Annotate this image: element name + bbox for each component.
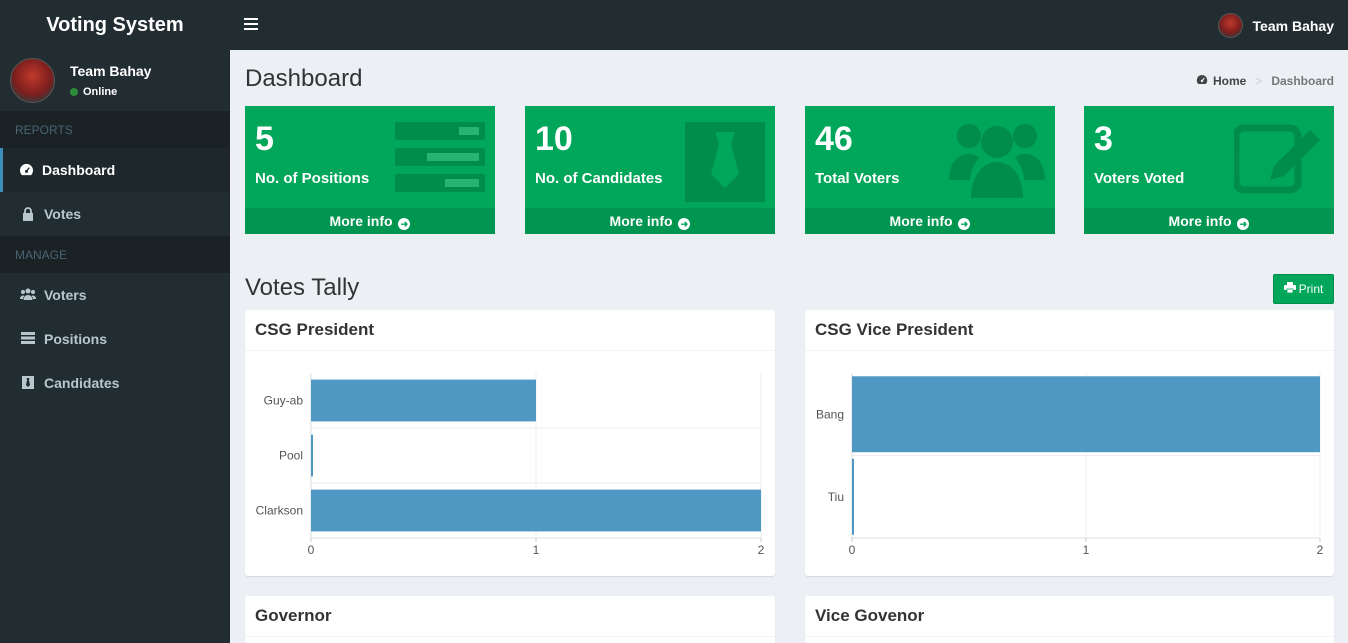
bar <box>852 458 854 535</box>
stat-label: No. of Positions <box>255 170 370 187</box>
sidebar-item-voters[interactable]: Voters <box>0 273 230 317</box>
avatar <box>10 58 55 103</box>
sidebar-item-label: Candidates <box>44 375 120 391</box>
stat-box-candidates: 10 No. of Candidates More info ➜ <box>525 106 775 234</box>
tick-label: 0 <box>308 543 315 557</box>
more-info-label: More info <box>889 213 953 229</box>
status-dot-icon <box>70 88 78 96</box>
chart-box-csg-vice-president: CSG Vice President Bang Tiu 0 1 2 <box>805 310 1334 576</box>
breadcrumb-separator: > <box>1255 74 1263 88</box>
tick-label: 0 <box>849 543 856 557</box>
sidebar-item-dashboard[interactable]: Dashboard <box>0 148 230 192</box>
stat-value: 5 <box>255 120 274 158</box>
avatar <box>1217 13 1243 38</box>
stat-value: 46 <box>815 120 853 158</box>
sidebar-item-votes[interactable]: Votes <box>0 192 230 236</box>
stat-box-voters: 46 Total Voters More info ➜ <box>805 106 1055 234</box>
edit-icon <box>1232 122 1324 199</box>
chart-box-csg-president: CSG President Guy-ab Pool Clarkson 0 1 2 <box>245 310 775 576</box>
stat-box-positions: 5 No. of Positions More info ➜ <box>245 106 495 234</box>
users-icon <box>20 288 36 302</box>
app-logo[interactable]: Voting System <box>0 0 230 50</box>
arrow-circle-right-icon: ➜ <box>958 218 971 230</box>
bar-chart: Guy-ab Pool Clarkson 0 1 2 <box>256 373 765 557</box>
bar-chart: Bang Tiu 0 1 2 <box>816 373 1324 557</box>
print-button[interactable]: Print <box>1273 274 1334 304</box>
sidebar: Team Bahay Online REPORTS Dashboard Vote… <box>0 50 230 643</box>
tick-label: 2 <box>1317 543 1324 557</box>
main-content: Dashboard Home > Dashboard 5 No. of Posi… <box>230 50 1348 643</box>
status-label: Online <box>83 86 118 98</box>
bar <box>852 376 1320 453</box>
tick-label: 1 <box>1083 543 1090 557</box>
more-info-label: More info <box>329 213 393 229</box>
sidebar-user-name: Team Bahay <box>70 63 152 79</box>
arrow-circle-right-icon: ➜ <box>678 218 691 230</box>
candidate-icon <box>20 376 36 390</box>
stat-label: Total Voters <box>815 170 900 187</box>
more-info-link[interactable]: More info ➜ <box>805 208 1055 234</box>
user-panel: Team Bahay Online <box>0 50 230 111</box>
print-label: Print <box>1298 282 1324 296</box>
sidebar-item-label: Votes <box>44 206 82 222</box>
more-info-link[interactable]: More info ➜ <box>525 208 775 234</box>
list-icon <box>395 122 485 197</box>
user-menu[interactable]: Team Bahay <box>1217 13 1334 38</box>
tick-label: 1 <box>533 543 540 557</box>
category-label: Pool <box>279 449 303 463</box>
sidebar-item-label: Dashboard <box>42 162 116 178</box>
section-header-reports: REPORTS <box>0 111 230 148</box>
chart-title: Governor <box>245 596 775 637</box>
category-label: Clarkson <box>256 504 303 518</box>
bar <box>311 489 761 532</box>
lock-icon <box>20 207 36 221</box>
more-info-link[interactable]: More info ➜ <box>245 208 495 234</box>
sidebar-item-positions[interactable]: Positions <box>0 317 230 361</box>
more-info-label: More info <box>1168 213 1232 229</box>
sidebar-item-label: Positions <box>44 331 108 347</box>
category-label: Bang <box>816 407 844 421</box>
stat-box-voted: 3 Voters Voted More info ➜ <box>1084 106 1334 234</box>
chart-box-vice-governor: Vice Govenor <box>805 596 1334 643</box>
users-icon <box>949 114 1045 203</box>
category-label: Tiu <box>828 490 844 504</box>
more-info-label: More info <box>609 213 673 229</box>
chart-title: CSG President <box>245 310 775 351</box>
list-icon <box>20 332 36 346</box>
sidebar-item-label: Voters <box>44 287 87 303</box>
stat-label: No. of Candidates <box>535 170 663 187</box>
tick-label: 2 <box>758 543 765 557</box>
tie-icon <box>685 122 765 207</box>
breadcrumb-home-link[interactable]: Home <box>1213 74 1246 88</box>
section-header-manage: MANAGE <box>0 236 230 273</box>
arrow-circle-right-icon: ➜ <box>398 218 411 230</box>
online-status: Online <box>70 86 151 98</box>
breadcrumb: Home > Dashboard <box>1196 74 1334 88</box>
print-icon <box>1283 282 1296 296</box>
chart-title: CSG Vice President <box>805 310 1334 351</box>
sidebar-toggle-icon[interactable] <box>244 18 258 32</box>
chart-box-governor: Governor <box>245 596 775 643</box>
dashboard-icon <box>1196 74 1208 88</box>
user-menu-name: Team Bahay <box>1252 17 1334 34</box>
sidebar-item-candidates[interactable]: Candidates <box>0 361 230 405</box>
dashboard-icon <box>18 163 34 177</box>
chart-title: Vice Govenor <box>805 596 1334 637</box>
top-navbar: Voting System Team Bahay <box>0 0 1348 50</box>
bar <box>311 379 536 422</box>
arrow-circle-right-icon: ➜ <box>1237 218 1250 230</box>
stat-label: Voters Voted <box>1094 170 1185 187</box>
breadcrumb-current: Dashboard <box>1271 74 1334 88</box>
stat-value: 10 <box>535 120 573 158</box>
bar <box>311 434 313 477</box>
votes-tally-title: Votes Tally <box>245 274 360 301</box>
stat-value: 3 <box>1094 120 1113 158</box>
more-info-link[interactable]: More info ➜ <box>1084 208 1334 234</box>
category-label: Guy-ab <box>264 394 304 408</box>
page-title: Dashboard <box>245 65 363 92</box>
